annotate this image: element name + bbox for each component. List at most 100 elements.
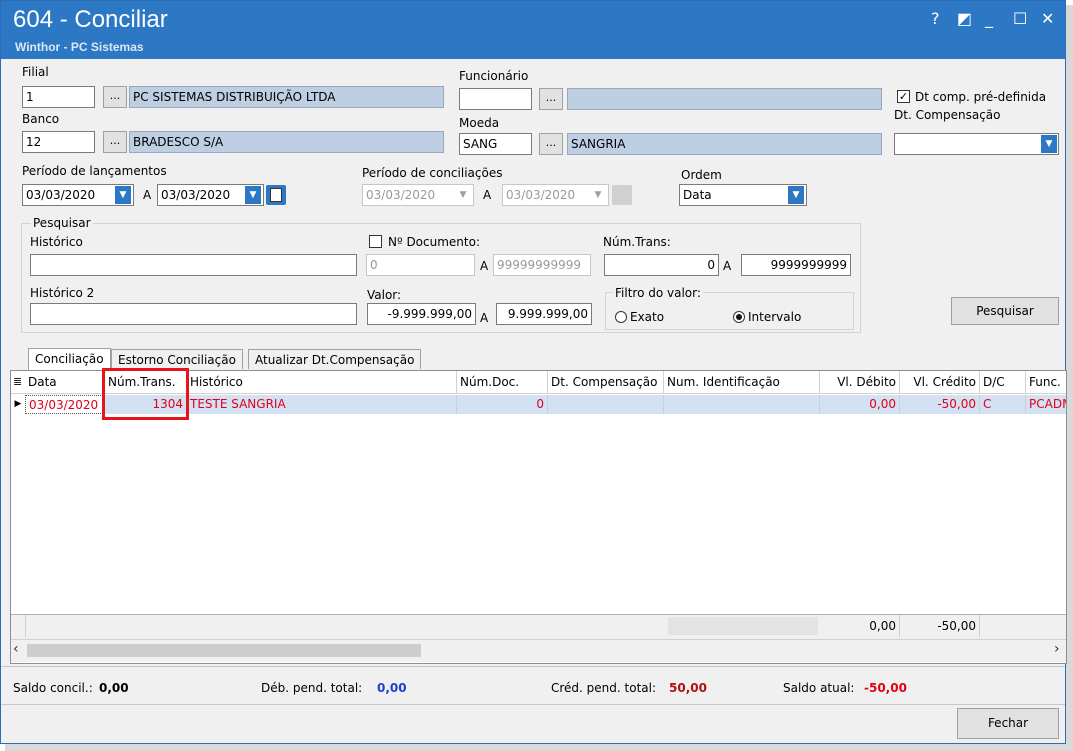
- col-vl-credito[interactable]: Vl. Crédito: [900, 371, 980, 393]
- funcionario-lookup-button[interactable]: ...: [539, 88, 563, 110]
- ndoc-to-input: 99999999999: [493, 254, 591, 276]
- table-row-cell-historico[interactable]: TESTE SANGRIA: [187, 395, 457, 414]
- dt-compensacao-label: Dt. Compensação: [894, 108, 1001, 122]
- pesquisar-button[interactable]: Pesquisar: [951, 297, 1059, 325]
- conciliacao-grid[interactable]: ≣ Data Núm.Trans. Histórico Núm.Doc. Dt.…: [10, 368, 1067, 664]
- deb-pend-value: 0,00: [377, 681, 407, 695]
- conc-to-dropdown-icon: ▼: [594, 190, 602, 200]
- table-row-cell-data[interactable]: 03/03/2020: [25, 395, 105, 414]
- filial-label: Filial: [22, 65, 49, 79]
- filtro-valor-label: Filtro do valor:: [613, 286, 703, 300]
- cred-pend-label: Créd. pend. total:: [551, 681, 657, 695]
- ndoc-checkbox[interactable]: [369, 235, 382, 248]
- title-bar[interactable]: 604 - Conciliar Winthor - PC Sistemas ? …: [1, 1, 1065, 59]
- col-func[interactable]: Func.: [1026, 371, 1066, 393]
- scrollbar-thumb[interactable]: [27, 644, 421, 657]
- intervalo-radio[interactable]: [733, 311, 745, 323]
- table-row-cell-func[interactable]: PCADM: [1026, 395, 1066, 414]
- filial-lookup-button[interactable]: ...: [103, 86, 127, 108]
- lanc-range-separator: A: [143, 188, 152, 202]
- saldo-concil-label: Saldo concil.:: [13, 681, 93, 695]
- scroll-right-icon[interactable]: ›: [1054, 641, 1060, 657]
- historico-label: Histórico: [30, 235, 83, 249]
- dt-comp-checkbox-label: Dt comp. pré-definida: [915, 90, 1047, 104]
- table-row-cell-num-doc[interactable]: 0: [457, 395, 548, 414]
- periodo-lancamentos-label: Período de lançamentos: [22, 164, 167, 178]
- tab-conciliacao[interactable]: Conciliação: [28, 348, 111, 370]
- col-num-identificacao[interactable]: Num. Identificação: [664, 371, 820, 393]
- col-data[interactable]: Data: [25, 371, 105, 393]
- help-icon[interactable]: ?: [931, 9, 940, 28]
- dt-compensacao-select[interactable]: [894, 133, 1059, 155]
- ordem-dropdown-icon[interactable]: ▼: [788, 186, 804, 204]
- moeda-code-input[interactable]: SANG: [459, 133, 532, 155]
- grid-footer-divider: [25, 615, 26, 637]
- deb-pend-label: Déb. pend. total:: [261, 681, 363, 695]
- funcionario-code-input[interactable]: [459, 88, 532, 110]
- historico2-input[interactable]: [30, 303, 357, 325]
- moeda-name-field: SANGRIA: [567, 133, 882, 155]
- table-row-cell-dc[interactable]: C: [980, 395, 1026, 414]
- scroll-left-icon[interactable]: ‹: [13, 641, 19, 657]
- restore-layout-icon[interactable]: ◩: [957, 9, 972, 28]
- tab-estorno-conciliacao[interactable]: Estorno Conciliação: [111, 349, 243, 369]
- numtrans-label: Núm.Trans:: [603, 235, 671, 249]
- lanc-from-dropdown-icon[interactable]: ▼: [115, 186, 131, 204]
- table-row-cell-vl-credito[interactable]: -50,00: [900, 395, 980, 414]
- dt-comp-checkbox[interactable]: ✓: [897, 90, 910, 103]
- moeda-label: Moeda: [459, 116, 500, 130]
- banco-name-field: BRADESCO S/A: [129, 131, 444, 153]
- minimize-icon[interactable]: _: [985, 9, 993, 28]
- col-vl-debito[interactable]: Vl. Débito: [820, 371, 900, 393]
- tab-atualizar-dt-compensacao[interactable]: Atualizar Dt.Compensação: [248, 349, 422, 369]
- maximize-icon[interactable]: ☐: [1013, 9, 1027, 28]
- footer-vl-debito: 0,00: [820, 615, 900, 637]
- historico-input[interactable]: [30, 254, 357, 276]
- window-shadow: [5, 744, 1073, 751]
- saldo-concil-value: 0,00: [99, 681, 129, 695]
- valor-to-input[interactable]: 9.999.999,00: [496, 303, 592, 325]
- dt-compensacao-dropdown-icon[interactable]: ▼: [1041, 135, 1057, 153]
- calendar-icon[interactable]: [266, 185, 286, 205]
- conc-from-dropdown-icon: ▼: [459, 190, 467, 200]
- lanc-to-dropdown-icon[interactable]: ▼: [245, 186, 261, 204]
- numtrans-to-input[interactable]: 9999999999: [741, 254, 851, 276]
- main-window: 604 - Conciliar Winthor - PC Sistemas ? …: [0, 0, 1067, 744]
- cred-pend-value: 50,00: [669, 681, 707, 695]
- ndoc-label: Nº Documento:: [388, 235, 480, 249]
- moeda-lookup-button[interactable]: ...: [539, 133, 563, 155]
- funcionario-name-field: [567, 88, 882, 110]
- table-row-cell-vl-debito[interactable]: 0,00: [820, 395, 900, 414]
- ordem-label: Ordem: [681, 168, 722, 182]
- close-icon[interactable]: ✕: [1041, 9, 1054, 28]
- valor-from-input[interactable]: -9.999.999,00: [367, 303, 476, 325]
- footer-vl-credito: -50,00: [900, 615, 980, 637]
- table-row-cell-dt-compensacao[interactable]: [548, 395, 664, 414]
- numtrans-from-input[interactable]: 0: [604, 254, 719, 276]
- funcionario-label: Funcionário: [459, 69, 529, 83]
- fechar-button[interactable]: Fechar: [957, 708, 1059, 739]
- window-shadow-side: [1066, 5, 1073, 751]
- intervalo-label: Intervalo: [748, 310, 802, 324]
- window-subtitle: Winthor - PC Sistemas: [15, 40, 144, 54]
- ndoc-range-separator: A: [480, 259, 489, 273]
- banco-lookup-button[interactable]: ...: [103, 131, 127, 153]
- conc-range-separator: A: [483, 188, 492, 202]
- footer-blank-cell: [668, 617, 818, 635]
- banco-label: Banco: [22, 112, 60, 126]
- saldo-atual-label: Saldo atual:: [783, 681, 855, 695]
- col-num-doc[interactable]: Núm.Doc.: [457, 371, 548, 393]
- table-row-cell-num-identificacao[interactable]: [664, 395, 820, 414]
- banco-code-input[interactable]: 12: [22, 131, 95, 153]
- col-dt-compensacao[interactable]: Dt. Compensação: [548, 371, 664, 393]
- col-historico[interactable]: Histórico: [187, 371, 457, 393]
- filial-code-input[interactable]: 1: [22, 86, 95, 108]
- col-dc[interactable]: D/C: [980, 371, 1026, 393]
- footer-divider: [1, 704, 1065, 705]
- column-chooser-icon[interactable]: ≣: [13, 375, 22, 388]
- exato-radio[interactable]: [615, 311, 627, 323]
- status-divider: [1, 666, 1065, 667]
- periodo-conciliacoes-label: Período de conciliações: [362, 166, 503, 180]
- historico2-label: Histórico 2: [30, 286, 95, 300]
- exato-label: Exato: [630, 310, 665, 324]
